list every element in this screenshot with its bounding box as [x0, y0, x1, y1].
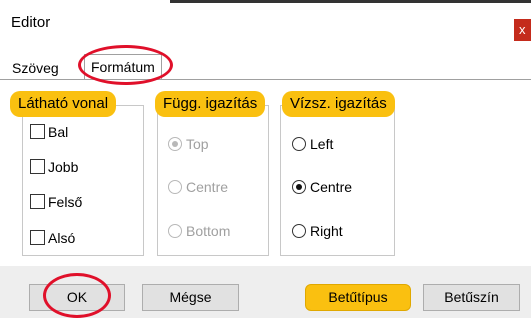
checkbox-box[interactable] — [30, 159, 45, 174]
font-button[interactable]: Betűtípus — [305, 284, 411, 311]
radio-right[interactable]: Right — [292, 223, 343, 239]
radio-bottom[interactable]: Bottom — [168, 223, 230, 239]
radio-dot[interactable] — [292, 180, 306, 194]
checkbox-label: Jobb — [48, 159, 79, 175]
tab-szoveg[interactable]: Szöveg — [12, 60, 59, 76]
checkbox-label: Felső — [48, 194, 83, 210]
group-horizontal-align-title: Vízsz. igazítás — [282, 91, 395, 117]
tab-bar — [0, 55, 531, 79]
group-vertical-align-title: Függ. igazítás — [155, 91, 266, 117]
radio-centre-horizontal[interactable]: Centre — [292, 179, 352, 195]
group-visible-line-title: Látható vonal — [10, 91, 117, 117]
checkbox-jobb[interactable]: Jobb — [30, 159, 78, 175]
radio-centre-vertical[interactable]: Centre — [168, 179, 228, 195]
radio-dot[interactable] — [292, 137, 306, 151]
checkbox-label: Alsó — [48, 230, 76, 246]
radio-label: Centre — [186, 179, 229, 195]
checkbox-label: Bal — [48, 124, 69, 140]
radio-dot[interactable] — [168, 180, 182, 194]
checkbox-bal[interactable]: Bal — [30, 124, 68, 140]
checkbox-box[interactable] — [30, 194, 45, 209]
radio-label: Left — [310, 136, 334, 152]
ok-button[interactable]: OK — [29, 284, 125, 311]
tab-divider — [0, 79, 531, 80]
checkbox-also[interactable]: Alsó — [30, 230, 75, 246]
close-button[interactable]: x — [514, 19, 531, 41]
radio-label: Right — [310, 223, 343, 239]
dialog-title: Editor — [11, 14, 51, 31]
radio-dot[interactable] — [168, 137, 182, 151]
font-color-button[interactable]: Betűszín — [423, 284, 520, 311]
top-edge — [0, 0, 531, 9]
radio-label: Bottom — [186, 223, 231, 239]
cancel-button[interactable]: Mégse — [142, 284, 239, 311]
radio-label: Centre — [310, 179, 353, 195]
radio-left[interactable]: Left — [292, 136, 333, 152]
checkbox-box[interactable] — [30, 124, 45, 139]
radio-label: Top — [186, 136, 209, 152]
tab-formatum[interactable]: Formátum — [84, 54, 162, 79]
radio-dot[interactable] — [292, 224, 306, 238]
radio-top[interactable]: Top — [168, 136, 209, 152]
checkbox-felso[interactable]: Felső — [30, 194, 82, 210]
radio-dot[interactable] — [168, 224, 182, 238]
top-edge-strip — [170, 0, 531, 3]
editor-dialog: Editor x Szöveg Formátum Látható vonal B… — [0, 0, 531, 318]
checkbox-box[interactable] — [30, 230, 45, 245]
